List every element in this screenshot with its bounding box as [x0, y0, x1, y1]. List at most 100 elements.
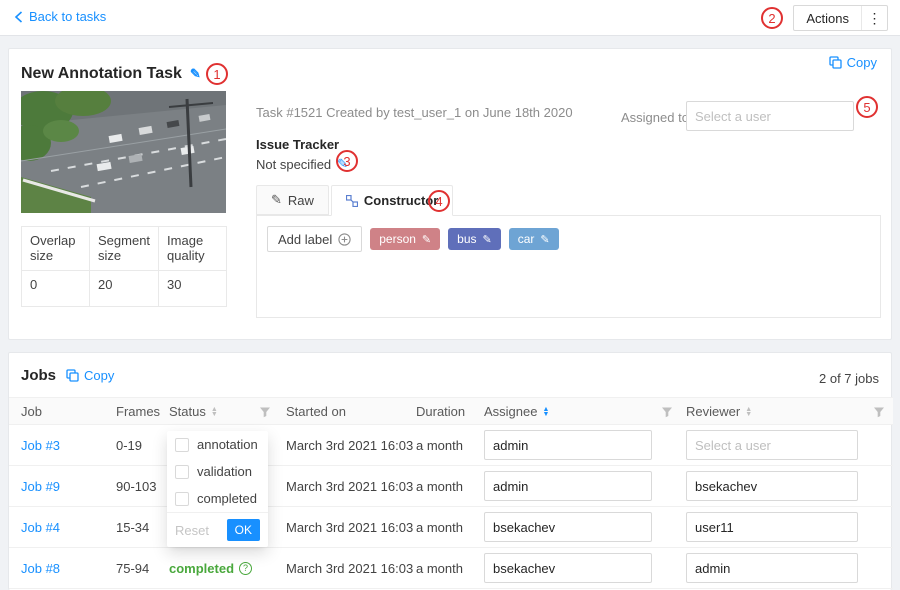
- job-row-3: Job #3 0-19 March 3rd 2021 16:03 a month: [9, 425, 893, 466]
- jobs-copy-label: Copy: [84, 368, 114, 383]
- job-reviewer-input[interactable]: [686, 471, 858, 501]
- actions-label[interactable]: Actions: [794, 6, 861, 30]
- issue-tracker-label: Issue Tracker: [256, 137, 339, 152]
- jobs-table-header: Job Frames Status▲▼ Started on Duration …: [9, 397, 893, 425]
- callout-1: 1: [206, 63, 228, 85]
- filter-option-annotation[interactable]: annotation: [167, 431, 268, 458]
- job-frames: 0-19: [116, 425, 142, 466]
- assignee-sort-icon[interactable]: ▲▼: [542, 407, 549, 417]
- raw-pencil-icon: ✎: [271, 192, 282, 208]
- callout-2: 2: [761, 7, 783, 29]
- assigned-to-label: Assigned to: [621, 110, 689, 125]
- param-header-overlap: Overlap size: [22, 227, 90, 271]
- col-status[interactable]: Status▲▼: [169, 398, 218, 426]
- edit-label-person-icon[interactable]: ✎: [422, 233, 431, 246]
- job-frames: 75-94: [116, 548, 149, 589]
- job-assignee-input[interactable]: [484, 553, 652, 583]
- job-reviewer-input[interactable]: [686, 512, 858, 542]
- actions-button[interactable]: Actions ⋮: [793, 5, 888, 31]
- col-assignee[interactable]: Assignee▲▼: [484, 398, 549, 426]
- label-bus-name: bus: [457, 232, 476, 246]
- job-row-9: Job #9 90-103 March 3rd 2021 16:03 a mon…: [9, 466, 893, 507]
- job-assignee-input[interactable]: [484, 430, 652, 460]
- status-filter-icon[interactable]: [259, 406, 271, 418]
- job-started: March 3rd 2021 16:03: [286, 548, 413, 589]
- job-link[interactable]: Job #3: [21, 425, 60, 466]
- filter-reset-button[interactable]: Reset: [175, 523, 209, 538]
- job-started: March 3rd 2021 16:03: [286, 425, 413, 466]
- filter-ok-button[interactable]: OK: [227, 519, 260, 541]
- job-reviewer-input[interactable]: [686, 430, 858, 460]
- job-frames: 15-34: [116, 507, 149, 548]
- job-link[interactable]: Job #8: [21, 548, 60, 589]
- labels-copy-button[interactable]: Copy: [829, 55, 877, 70]
- edit-label-bus-icon[interactable]: ✎: [483, 233, 492, 246]
- constructor-icon: [346, 195, 358, 207]
- copy-icon: [66, 369, 79, 382]
- job-started: March 3rd 2021 16:03: [286, 466, 413, 507]
- jobs-count: 2 of 7 jobs: [819, 371, 879, 386]
- reviewer-filter-icon[interactable]: [873, 406, 885, 418]
- task-assignee-input[interactable]: [686, 101, 854, 131]
- job-started: March 3rd 2021 16:03: [286, 507, 413, 548]
- filter-option-annotation-label: annotation: [197, 437, 258, 452]
- assignee-filter-icon[interactable]: [661, 406, 673, 418]
- col-duration: Duration: [416, 398, 465, 426]
- filter-option-completed[interactable]: completed: [167, 485, 268, 512]
- status-help-icon[interactable]: ?: [239, 562, 252, 575]
- copy-icon: [829, 56, 842, 69]
- status-sort-icon[interactable]: ▲▼: [211, 407, 218, 417]
- road-scene-illustration: [21, 91, 226, 213]
- status-filter-dropdown: annotation validation completed Reset OK: [167, 431, 268, 547]
- task-detail-page: Back to tasks Actions ⋮ New Annotation T…: [0, 0, 900, 590]
- param-header-segment: Segment size: [90, 227, 159, 271]
- labels-tabs-bar: ✎ Raw Constructor: [256, 185, 881, 216]
- col-reviewer[interactable]: Reviewer▲▼: [686, 398, 752, 426]
- job-duration: a month: [416, 507, 463, 548]
- col-frames: Frames: [116, 398, 160, 426]
- chevron-left-icon: [14, 11, 23, 23]
- labels-copy-label: Copy: [847, 55, 877, 70]
- param-header-quality: Image quality: [159, 227, 227, 271]
- callout-4: 4: [428, 190, 450, 212]
- label-car-name: car: [518, 232, 535, 246]
- checkbox-validation[interactable]: [175, 465, 189, 479]
- issue-tracker-value: Not specified: [256, 157, 331, 172]
- plus-circle-icon: [338, 233, 351, 246]
- job-link[interactable]: Job #9: [21, 466, 60, 507]
- tab-raw[interactable]: ✎ Raw: [256, 185, 329, 215]
- job-assignee-input[interactable]: [484, 471, 652, 501]
- col-job: Job: [21, 398, 42, 426]
- task-details-panel: New Annotation Task ✎: [8, 48, 892, 340]
- job-link[interactable]: Job #4: [21, 507, 60, 548]
- job-row-4: Job #4 15-34 March 3rd 2021 16:03 a mont…: [9, 507, 893, 548]
- jobs-table: Job Frames Status▲▼ Started on Duration …: [9, 397, 893, 589]
- job-reviewer-input[interactable]: [686, 553, 858, 583]
- job-assignee-input[interactable]: [484, 512, 652, 542]
- param-value-segment: 20: [90, 271, 159, 307]
- job-duration: a month: [416, 548, 463, 589]
- filter-option-validation[interactable]: validation: [167, 458, 268, 485]
- job-duration: a month: [416, 425, 463, 466]
- checkbox-annotation[interactable]: [175, 438, 189, 452]
- task-title: New Annotation Task: [21, 65, 182, 83]
- edit-title-icon[interactable]: ✎: [190, 66, 201, 82]
- job-frames: 90-103: [116, 466, 156, 507]
- label-chip-person[interactable]: person ✎: [370, 228, 440, 250]
- param-value-overlap: 0: [22, 271, 90, 307]
- jobs-copy-button[interactable]: Copy: [66, 368, 114, 383]
- back-to-tasks-link[interactable]: Back to tasks: [14, 9, 106, 24]
- reviewer-sort-icon[interactable]: ▲▼: [745, 407, 752, 417]
- back-to-tasks-label: Back to tasks: [29, 9, 106, 24]
- checkbox-completed[interactable]: [175, 492, 189, 506]
- job-duration: a month: [416, 466, 463, 507]
- label-person-name: person: [379, 232, 416, 246]
- label-chip-car[interactable]: car ✎: [509, 228, 559, 250]
- jobs-title: Jobs: [21, 367, 56, 384]
- label-chip-bus[interactable]: bus ✎: [448, 228, 501, 250]
- edit-label-car-icon[interactable]: ✎: [540, 233, 549, 246]
- tab-raw-label: Raw: [288, 193, 314, 208]
- add-label-button[interactable]: Add label: [267, 226, 362, 252]
- kebab-menu-icon[interactable]: ⋮: [861, 6, 887, 30]
- callout-3: 3: [336, 150, 358, 172]
